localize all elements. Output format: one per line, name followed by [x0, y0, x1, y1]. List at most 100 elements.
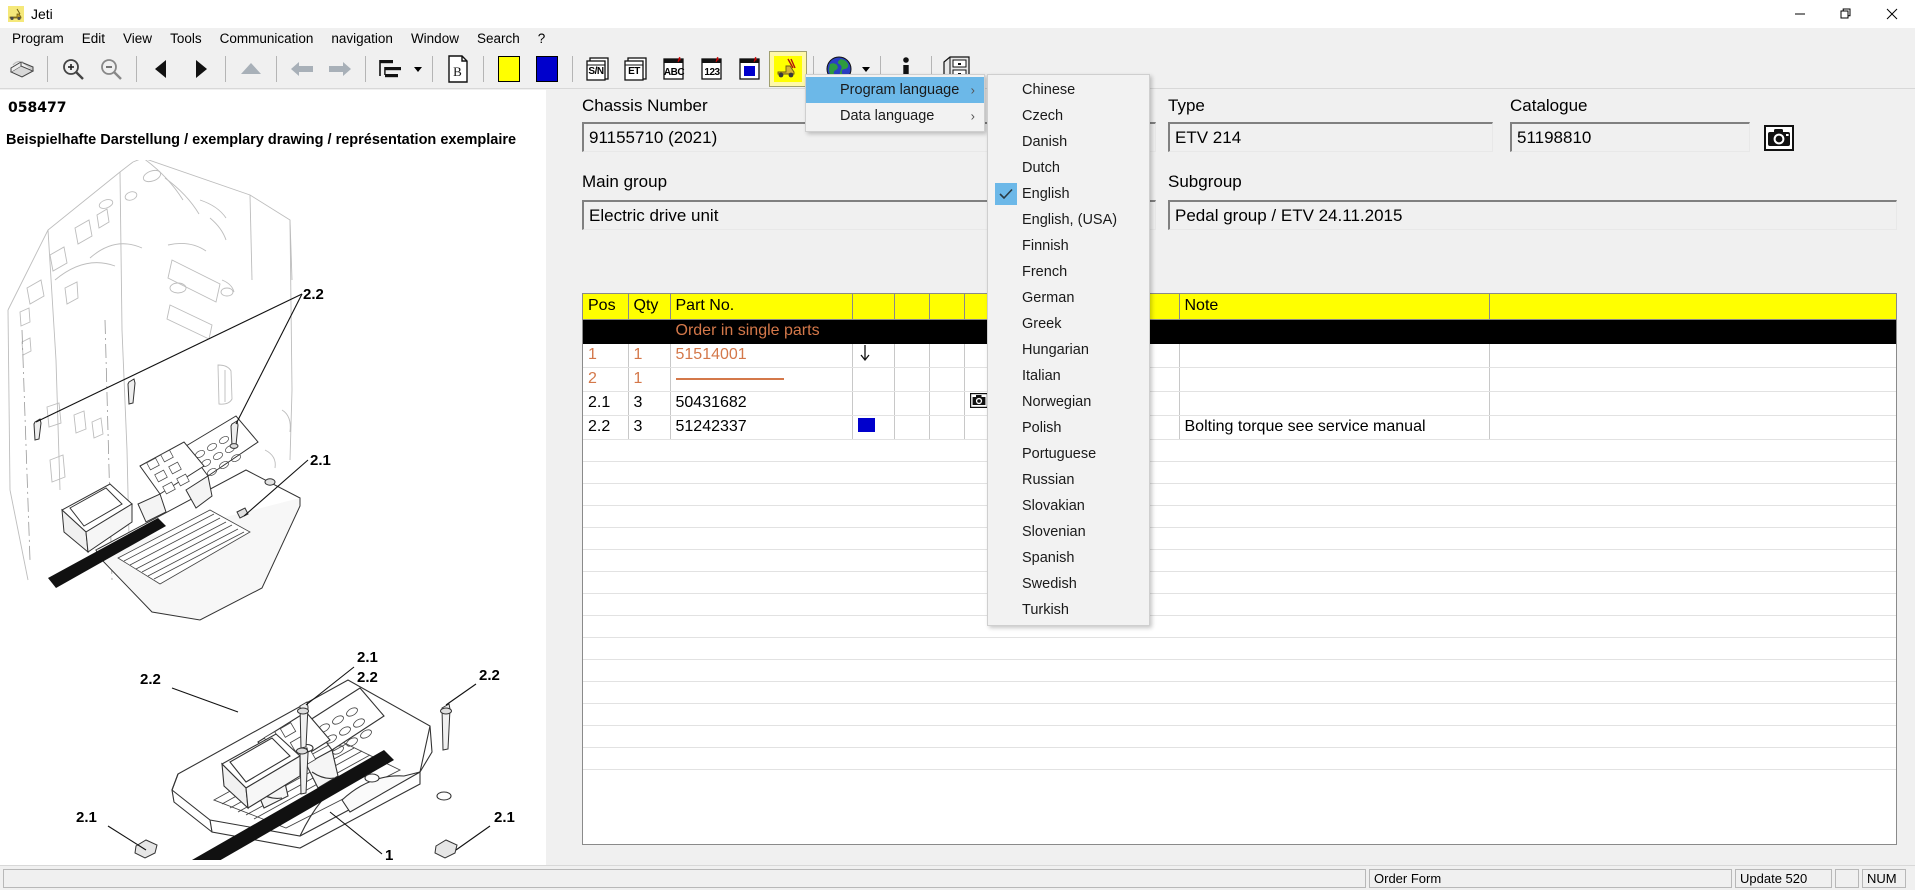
zoom-in-icon[interactable]	[55, 52, 91, 86]
camera-icon[interactable]	[969, 393, 988, 412]
program-language-submenu[interactable]: Chinese Czech Danish Dutch English Engli…	[987, 74, 1150, 626]
table-row-empty	[583, 483, 1896, 506]
col-flag-3[interactable]	[929, 294, 965, 320]
cell-flag-1[interactable]	[852, 415, 895, 440]
close-icon[interactable]	[1869, 0, 1915, 28]
cell-note	[1179, 367, 1490, 392]
menu-item-finnish[interactable]: Finnish	[988, 233, 1149, 259]
menu-item-english-usa[interactable]: English, (USA)	[988, 207, 1149, 233]
svg-text:B: B	[453, 64, 462, 79]
col-extra[interactable]	[1489, 294, 1896, 320]
menu-item-chinese[interactable]: Chinese	[988, 77, 1149, 103]
etv-book-icon[interactable]: ET	[618, 52, 654, 86]
menu-item-norwegian[interactable]: Norwegian	[988, 389, 1149, 415]
catalogue-icon[interactable]	[4, 52, 40, 86]
menu-item-greek[interactable]: Greek	[988, 311, 1149, 337]
menu-item-hungarian[interactable]: Hungarian	[988, 337, 1149, 363]
menu-item-program-language[interactable]: Program language ›	[806, 77, 984, 103]
status-bar: Order Form Update 520 NUM	[0, 865, 1915, 890]
tree-view-dropdown-caret[interactable]	[410, 52, 426, 86]
table-row[interactable]: Order in single parts Pedal	[583, 319, 1896, 344]
minimize-icon[interactable]	[1777, 0, 1823, 28]
cell-part-no: 51242337	[670, 415, 853, 440]
menu-item-data-language[interactable]: Data language ›	[806, 103, 984, 129]
menu-window[interactable]: Window	[402, 28, 468, 50]
table-row[interactable]: 2.2 3 51242337 Screw Bolting torque see …	[583, 415, 1896, 440]
camera-icon[interactable]	[1762, 123, 1796, 153]
blue-swatch[interactable]	[857, 417, 875, 432]
back-icon[interactable]	[284, 52, 320, 86]
menu-item-german[interactable]: German	[988, 285, 1149, 311]
menu-search[interactable]: Search	[468, 28, 529, 50]
col-qty[interactable]: Qty	[628, 294, 671, 320]
123-note-icon[interactable]: 123	[694, 52, 730, 86]
menu-item-italian[interactable]: Italian	[988, 363, 1149, 389]
serial-number-book-icon[interactable]: S/N	[580, 52, 616, 86]
menu-item-czech[interactable]: Czech	[988, 103, 1149, 129]
drawing-number: 058477	[8, 100, 67, 116]
menu-view[interactable]: View	[114, 28, 161, 50]
up-level-icon[interactable]	[233, 52, 269, 86]
cell-flag-1	[852, 319, 895, 344]
menu-item-russian[interactable]: Russian	[988, 467, 1149, 493]
cell-extra	[1489, 343, 1896, 368]
table-row[interactable]: 2.1 3 50431682	[583, 391, 1896, 416]
application-window: Jeti Program Edit View Tools Communicati…	[0, 0, 1915, 890]
menu-item-label: Dutch	[1022, 160, 1060, 176]
forklift-highlight-icon[interactable]	[769, 51, 807, 87]
restore-icon[interactable]	[1823, 0, 1869, 28]
chassis-number-label: Chassis Number	[582, 96, 708, 115]
forward-icon[interactable]	[322, 52, 358, 86]
menu-item-swedish[interactable]: Swedish	[988, 571, 1149, 597]
menu-item-slovakian[interactable]: Slovakian	[988, 493, 1149, 519]
blue-swatch[interactable]	[529, 52, 565, 86]
table-row[interactable]: 2 1 Pedal	[583, 367, 1896, 392]
etv-book-label: ET	[628, 66, 640, 77]
col-pos[interactable]: Pos	[583, 294, 629, 320]
yellow-swatch[interactable]	[491, 52, 527, 86]
callout-2-2-d: 2.2	[140, 671, 161, 688]
parts-table[interactable]: Pos Qty Part No. Designation Note	[582, 293, 1897, 845]
tree-view-icon[interactable]	[373, 52, 409, 86]
menu-item-label: Hungarian	[1022, 342, 1089, 358]
menu-item-french[interactable]: French	[988, 259, 1149, 285]
drawing-vertical-scrollbar[interactable]	[546, 90, 555, 865]
menu-navigation[interactable]: navigation	[322, 28, 402, 50]
blue-note-icon[interactable]	[732, 52, 768, 86]
previous-icon[interactable]	[144, 52, 180, 86]
menu-item-dutch[interactable]: Dutch	[988, 155, 1149, 181]
col-part-no[interactable]: Part No.	[670, 294, 853, 320]
menu-item-polish[interactable]: Polish	[988, 415, 1149, 441]
language-menu[interactable]: Program language › Data language ›	[805, 74, 985, 132]
exploded-parts-drawing[interactable]: 2.2 2.1 2.1 2.2 2.2 2.2 2.1 2.1 1	[0, 160, 555, 860]
table-row[interactable]: 1 1 51514001 Pedal	[583, 343, 1896, 368]
document-b-icon[interactable]: B	[440, 52, 476, 86]
menu-help[interactable]: ?	[529, 28, 555, 50]
menu-program[interactable]: Program	[3, 28, 73, 50]
menu-item-turkish[interactable]: Turkish	[988, 597, 1149, 623]
abc-note-icon[interactable]: ABC	[656, 52, 692, 86]
menu-item-danish[interactable]: Danish	[988, 129, 1149, 155]
subgroup-input[interactable]: Pedal group / ETV 24.11.2015	[1168, 200, 1897, 230]
status-hint	[3, 868, 1366, 888]
menu-item-slovenian[interactable]: Slovenian	[988, 519, 1149, 545]
catalogue-input[interactable]: 51198810	[1510, 122, 1750, 152]
col-flag-1[interactable]	[852, 294, 895, 320]
next-icon[interactable]	[182, 52, 218, 86]
type-input[interactable]: ETV 214	[1168, 122, 1493, 152]
menu-tools[interactable]: Tools	[161, 28, 211, 50]
table-header-row: Pos Qty Part No. Designation Note	[583, 294, 1896, 320]
menu-item-portuguese[interactable]: Portuguese	[988, 441, 1149, 467]
menu-item-english[interactable]: English	[988, 181, 1149, 207]
col-flag-2[interactable]	[894, 294, 930, 320]
zoom-out-icon[interactable]	[93, 52, 129, 86]
table-row-empty	[583, 461, 1896, 484]
placeholder-dash	[675, 377, 784, 380]
details-panel: Chassis Number 91155710 (2021) Type ETV …	[556, 90, 1915, 865]
menu-communication[interactable]: Communication	[211, 28, 323, 50]
toolbar-separator	[225, 56, 226, 82]
col-note[interactable]: Note	[1179, 294, 1490, 320]
menu-edit[interactable]: Edit	[73, 28, 114, 50]
menu-item-spanish[interactable]: Spanish	[988, 545, 1149, 571]
cell-part-no: 51514001	[670, 343, 853, 368]
